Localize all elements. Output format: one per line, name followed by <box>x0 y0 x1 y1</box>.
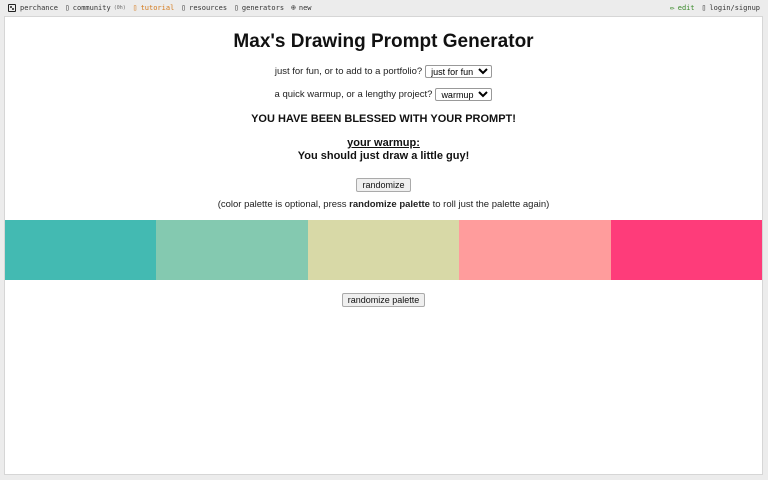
nav-community[interactable]: ▯ community (0h) <box>64 3 126 13</box>
palette-swatch-5 <box>610 220 763 280</box>
dice-icon <box>8 4 16 12</box>
palette-swatch-3 <box>307 220 460 280</box>
randomize-wrap: randomize <box>5 175 762 193</box>
book-icon: ▯ <box>132 3 138 12</box>
nav-community-label: community <box>72 4 111 12</box>
note-suffix: to roll just the palette again) <box>432 199 550 210</box>
chat-icon: ▯ <box>64 3 70 12</box>
randomize-palette-button[interactable]: randomize palette <box>341 293 426 307</box>
nav-tutorial-label: tutorial <box>140 4 175 12</box>
nav-tutorial[interactable]: ▯ tutorial <box>132 3 175 13</box>
purpose-label: just for fun, or to add to a portfolio? <box>274 66 423 77</box>
result-text: You should just draw a little guy! <box>297 150 470 162</box>
randomize-button[interactable]: randomize <box>356 178 411 192</box>
note-prefix: (color palette is optional, press <box>217 199 347 210</box>
length-label: a quick warmup, or a lengthy project? <box>274 89 433 100</box>
nav-edit[interactable]: ✏ edit <box>669 3 695 13</box>
purpose-select[interactable]: just for fun <box>425 65 493 78</box>
generator-panel: Max's Drawing Prompt Generator just for … <box>4 16 763 475</box>
plus-circle-icon: ⊕ <box>291 3 296 12</box>
nav-login[interactable]: ▯ login/signup <box>701 3 760 13</box>
palette-swatch-1 <box>5 220 157 280</box>
nav-resources-label: resources <box>189 4 228 12</box>
folder-icon: ▯ <box>181 3 187 12</box>
result-label: your warmup: <box>347 137 420 149</box>
palette-swatch-2 <box>156 220 308 280</box>
color-palette <box>5 220 763 280</box>
blessed-heading: YOU HAVE BEEN BLESSED WITH YOUR PROMPT! <box>251 113 516 125</box>
nav-right: ✏ edit ▯ login/signup <box>669 3 768 13</box>
nav-generators-label: generators <box>241 4 285 12</box>
top-nav: perchance ▯ community (0h) ▯ tutorial ▯ … <box>0 0 768 16</box>
nav-resources[interactable]: ▯ resources <box>181 3 228 13</box>
nav-generators[interactable]: ▯ generators <box>234 3 285 13</box>
nav-brand-label: perchance <box>20 4 58 12</box>
note-bold: randomize palette <box>349 199 430 210</box>
list-icon: ▯ <box>234 3 239 12</box>
pencil-icon: ✏ <box>669 3 675 12</box>
length-select[interactable]: warmup <box>435 88 493 101</box>
palette-swatch-4 <box>459 220 611 280</box>
user-icon: ▯ <box>701 3 707 12</box>
palette-button-wrap: randomize palette <box>5 290 762 308</box>
community-count: (0h) <box>113 5 126 11</box>
length-row: a quick warmup, or a lengthy project? wa… <box>5 88 762 101</box>
nav-brand[interactable]: perchance <box>8 4 58 12</box>
purpose-row: just for fun, or to add to a portfolio? … <box>5 65 762 78</box>
nav-new[interactable]: ⊕ new <box>291 3 312 13</box>
page-title: Max's Drawing Prompt Generator <box>233 31 534 52</box>
nav-edit-label: edit <box>677 4 695 12</box>
palette-note: (color palette is optional, press random… <box>5 199 762 210</box>
nav-left: perchance ▯ community (0h) ▯ tutorial ▯ … <box>0 4 319 12</box>
nav-login-label: login/signup <box>709 4 760 12</box>
nav-new-label: new <box>298 4 312 12</box>
